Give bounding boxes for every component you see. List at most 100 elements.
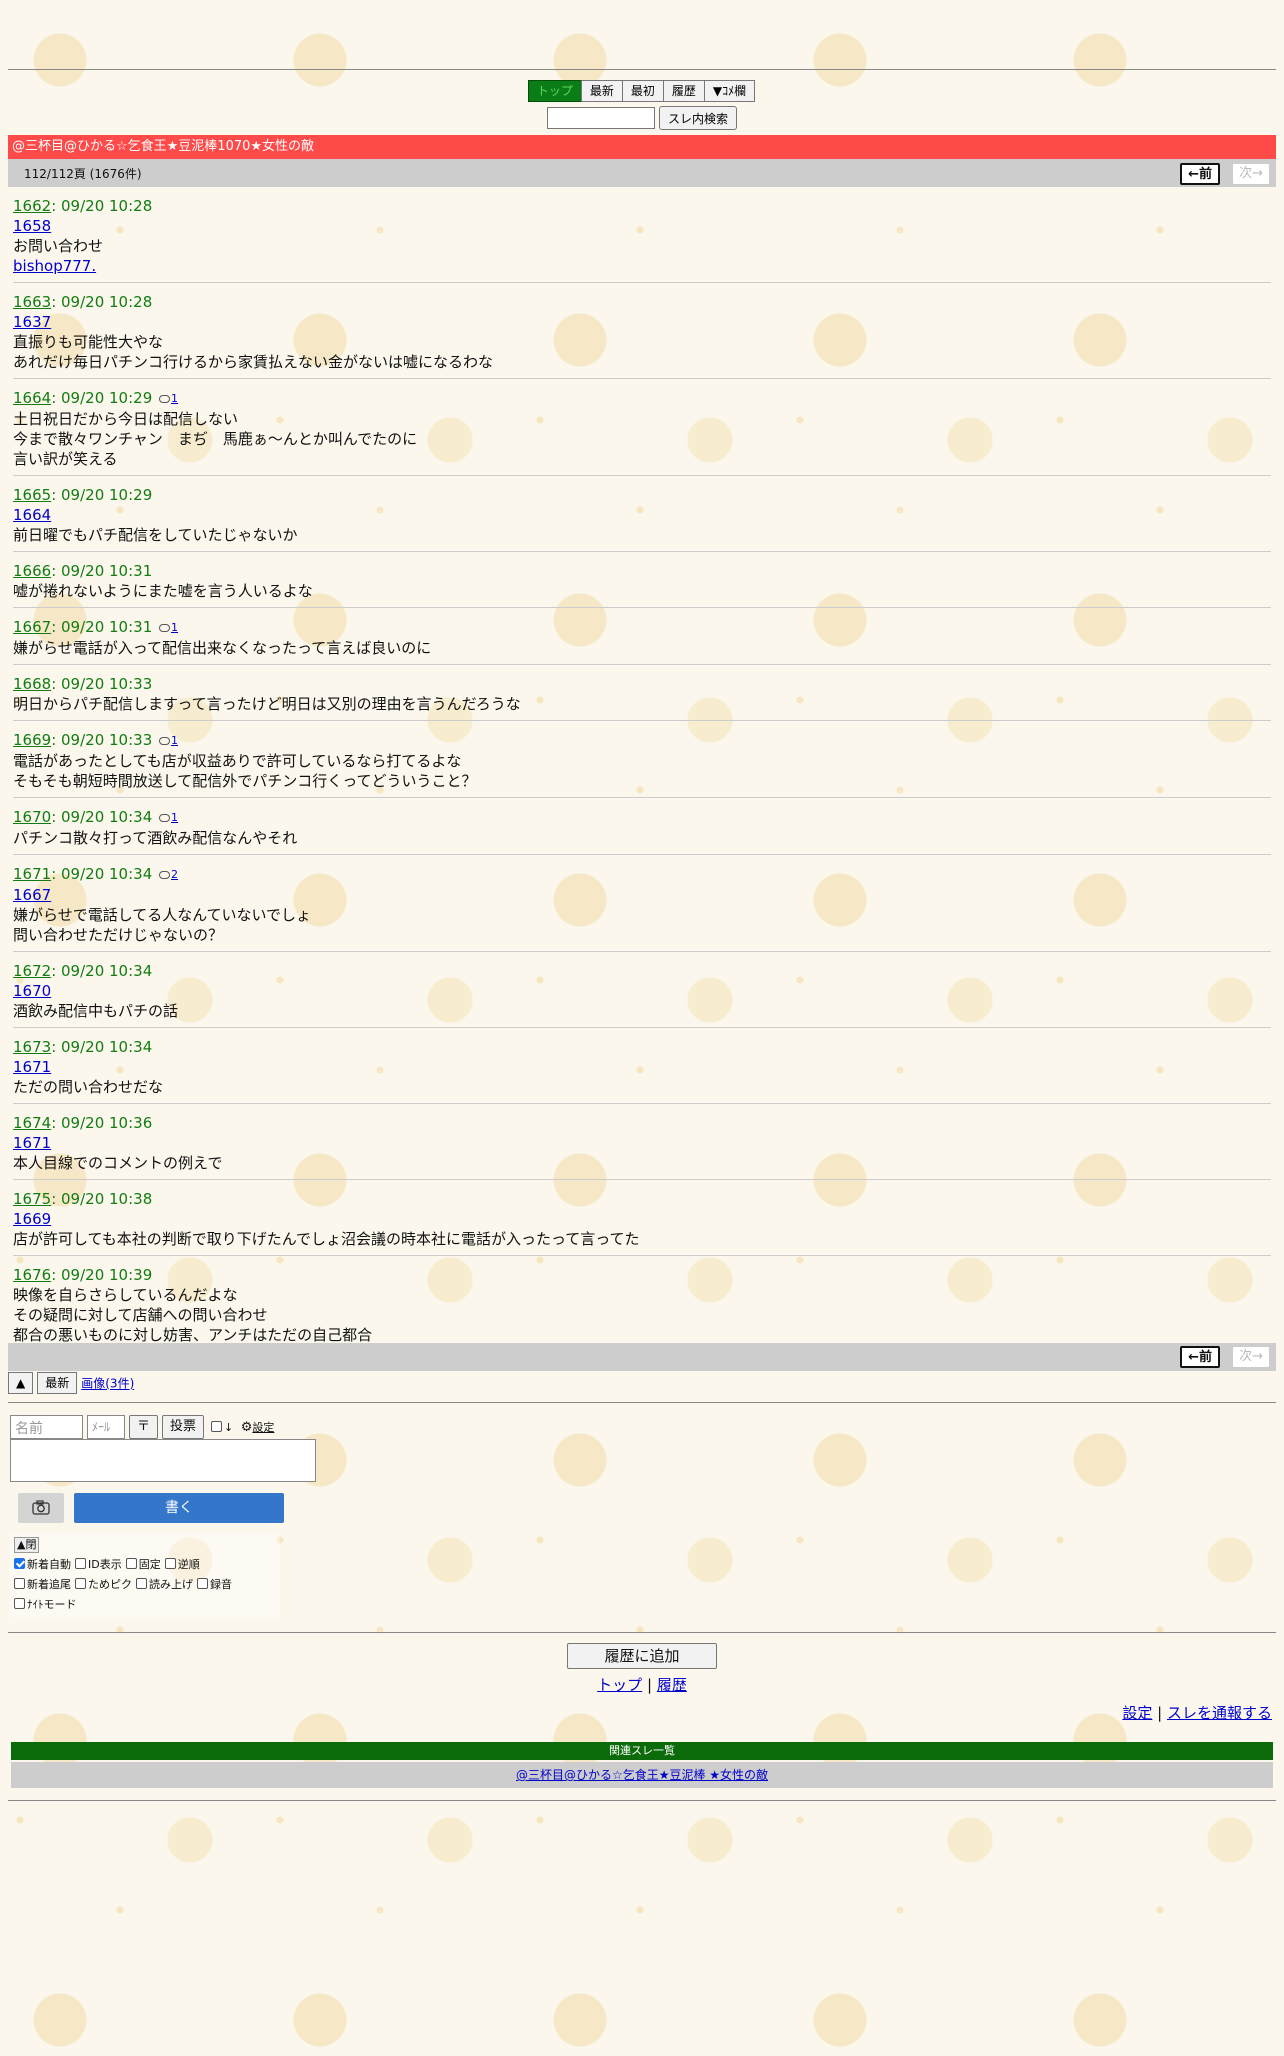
option-checkbox[interactable] — [125, 1558, 137, 1569]
report-thread-link[interactable]: スレを通報する — [1167, 1704, 1272, 1722]
option-checkbox[interactable] — [164, 1558, 176, 1569]
option-toggle[interactable]: 逆順 — [164, 1555, 200, 1575]
thread-title: @三杯目@ひかる☆乞食王★豆泥棒1070★女性の敵 — [8, 135, 1276, 159]
anchor-link[interactable]: 1670 — [13, 981, 1271, 1001]
post-number-link[interactable]: 1665 — [13, 486, 51, 504]
post-number-link[interactable]: 1673 — [13, 1038, 51, 1056]
post-number-link[interactable]: 1672 — [13, 962, 51, 980]
prev-page-button[interactable]: ←前 — [1180, 163, 1220, 185]
option-checkbox[interactable] — [14, 1558, 25, 1569]
camera-button[interactable] — [18, 1493, 64, 1523]
post-number-link[interactable]: 1666 — [13, 562, 51, 580]
post-body-line: その疑問に対して店舗への問い合わせ — [13, 1306, 268, 1324]
mail-input[interactable]: ﾒｰﾙ — [87, 1415, 125, 1439]
option-checkbox[interactable] — [75, 1558, 86, 1569]
post-number-link[interactable]: 1667 — [13, 618, 51, 636]
gear-icon[interactable]: ⚙ — [241, 1420, 253, 1435]
option-toggle[interactable]: 新着自動 — [14, 1555, 71, 1575]
post-time: : 09/20 10:33 — [51, 731, 153, 749]
prev-page-button-bottom[interactable]: ←前 — [1180, 1346, 1220, 1368]
post-number-link[interactable]: 1669 — [13, 731, 51, 749]
option-checkbox[interactable] — [14, 1598, 25, 1609]
comment-bubble-icon — [159, 737, 171, 745]
option-toggle[interactable]: 録音 — [197, 1575, 232, 1595]
age-toggle[interactable]: ↓ ⚙設定 — [211, 1419, 274, 1435]
post-time: : 09/20 10:31 — [51, 618, 153, 636]
settings-link[interactable]: 設定 — [252, 1421, 274, 1434]
post-link[interactable]: bishop777. — [13, 256, 1271, 276]
thread-search-button[interactable]: スレ内検索 — [658, 106, 737, 130]
anchor-link[interactable]: 1658 — [13, 216, 1271, 236]
post-body-line: 土日祝日だから今日は配信しない — [13, 410, 239, 428]
post-body-line: 言い訳が笑える — [13, 450, 118, 468]
post-number-link[interactable]: 1664 — [13, 389, 51, 407]
reply-count[interactable]: 1 — [159, 618, 178, 638]
related-thread-link[interactable]: @三杯目@ひかる☆乞食王★豆泥棒 ★女性の敵 — [516, 1768, 768, 1782]
option-toggle[interactable]: 新着追尾 — [14, 1575, 71, 1595]
post-list: 1662: 09/20 10:28 1658 お問い合わせ bishop777. 166… — [13, 193, 1271, 1358]
post-number-link[interactable]: 1662 — [13, 197, 51, 215]
comment-bubble-icon — [159, 624, 171, 632]
post-body-line: 嫌がらせ電話が入って配信出来なくなったって言えば良いのに — [13, 639, 432, 657]
anchor-link[interactable]: 1637 — [13, 312, 1271, 332]
scroll-up-button[interactable]: ▲ — [8, 1372, 34, 1394]
nav-comment-button[interactable]: ▼ｺﾒ欄 — [703, 80, 756, 102]
option-toggle[interactable]: 固定 — [125, 1555, 161, 1575]
option-checkbox[interactable] — [75, 1578, 86, 1589]
post-number-link[interactable]: 1676 — [13, 1266, 51, 1284]
option-toggle[interactable]: ためピク — [75, 1575, 132, 1595]
latest-button[interactable]: 最新 — [37, 1372, 78, 1394]
option-toggle[interactable]: ﾅｲﾄモード — [14, 1595, 77, 1615]
footer-top-link[interactable]: トップ — [597, 1676, 642, 1694]
age-checkbox[interactable] — [211, 1421, 222, 1432]
reply-count-link[interactable]: 2 — [171, 868, 178, 881]
reply-count-link[interactable]: 1 — [171, 392, 178, 405]
option-checkbox[interactable] — [14, 1578, 25, 1589]
post-header: 1671: 09/20 10:34 2 — [13, 864, 1271, 885]
thread-search-input[interactable] — [546, 107, 655, 129]
post-number-link[interactable]: 1674 — [13, 1114, 51, 1132]
write-button[interactable]: 書く — [74, 1493, 284, 1523]
reply-count-link[interactable]: 1 — [171, 734, 178, 747]
post-time: : 09/20 10:34 — [51, 962, 153, 980]
name-input[interactable]: 名前 — [10, 1415, 83, 1439]
option-checkbox[interactable] — [197, 1578, 208, 1589]
pager-bottom: ←前 次→ — [8, 1343, 1276, 1371]
post-number-link[interactable]: 1671 — [13, 865, 51, 883]
footer-settings-link[interactable]: 設定 — [1122, 1704, 1152, 1722]
message-textarea[interactable] — [10, 1439, 316, 1482]
option-checkbox[interactable] — [136, 1578, 147, 1589]
option-toggle[interactable]: ID表示 — [75, 1555, 122, 1575]
footer-history-link[interactable]: 履歴 — [657, 1676, 687, 1694]
post-number-link[interactable]: 1670 — [13, 808, 51, 826]
nav-top-button[interactable]: トップ — [527, 80, 582, 102]
reply-count[interactable]: 1 — [159, 731, 178, 751]
option-toggle[interactable]: 読み上げ — [136, 1575, 193, 1595]
post-number-link[interactable]: 1668 — [13, 675, 51, 693]
option-label: 読み上げ — [149, 1578, 193, 1591]
reply-count-link[interactable]: 1 — [171, 621, 178, 634]
images-link[interactable]: 画像(3件) — [81, 1377, 134, 1391]
post-header: 1672: 09/20 10:34 — [13, 961, 1271, 981]
add-history-button[interactable]: 履歴に追加 — [567, 1643, 717, 1669]
postal-button[interactable]: 〒 — [129, 1415, 158, 1439]
options-panel: ▲閉 新着自動 ID表示 固定 逆順新着追尾 ためピク 読み上げ 録音 ﾅｲﾄモード — [10, 1533, 280, 1617]
nav-first-button[interactable]: 最初 — [621, 80, 664, 102]
nav-history-button[interactable]: 履歴 — [662, 80, 705, 102]
post-number-link[interactable]: 1675 — [13, 1190, 51, 1208]
anchor-link[interactable]: 1669 — [13, 1209, 1271, 1229]
nav-latest-button[interactable]: 最新 — [580, 80, 623, 102]
reply-count-link[interactable]: 1 — [171, 811, 178, 824]
anchor-link[interactable]: 1664 — [13, 505, 1271, 525]
post-body-line: 嫌がらせで電話してる人なんていないでしょ — [13, 906, 312, 924]
reply-count[interactable]: 1 — [159, 389, 178, 409]
vote-button[interactable]: 投票 — [162, 1415, 204, 1439]
anchor-link[interactable]: 1667 — [13, 885, 1271, 905]
reply-count[interactable]: 2 — [159, 865, 178, 885]
post-time: : 09/20 10:38 — [51, 1190, 153, 1208]
anchor-link[interactable]: 1671 — [13, 1133, 1271, 1153]
anchor-link[interactable]: 1671 — [13, 1057, 1271, 1077]
reply-count[interactable]: 1 — [159, 808, 178, 828]
post-number-link[interactable]: 1663 — [13, 293, 51, 311]
collapse-button[interactable]: ▲閉 — [14, 1537, 40, 1553]
